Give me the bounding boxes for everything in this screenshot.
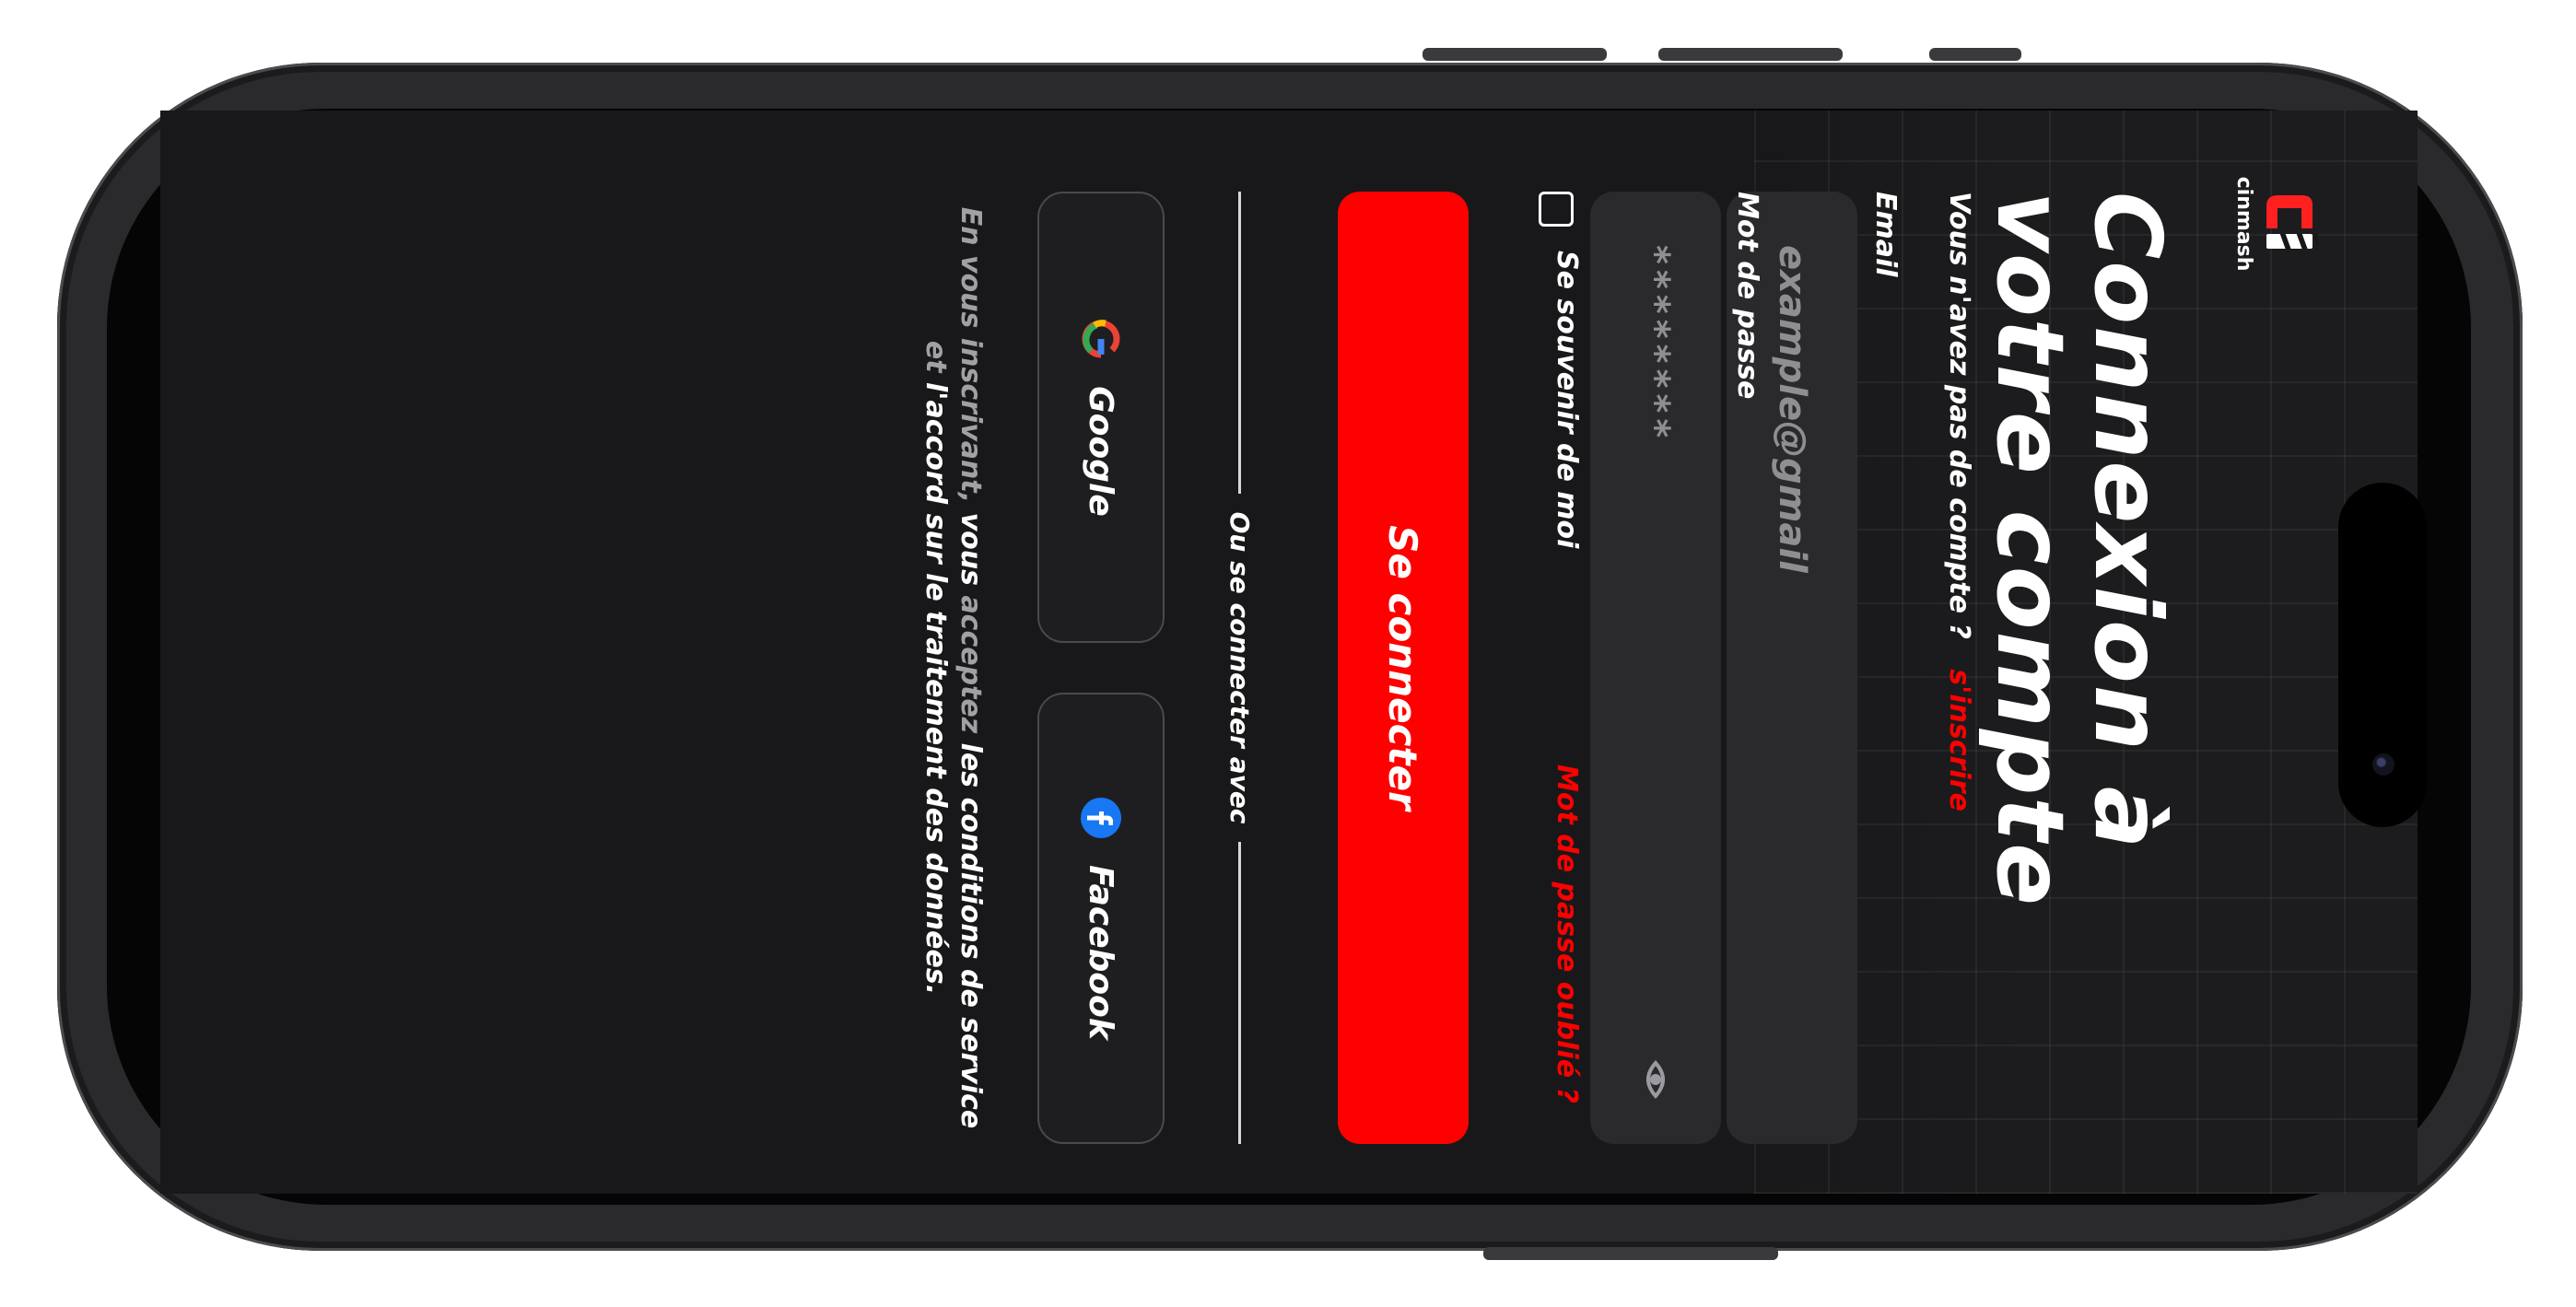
email-label: Email bbox=[1869, 192, 1902, 277]
login-button[interactable]: Se connecter bbox=[1338, 192, 1469, 1144]
page-title: Connexion à votre compte bbox=[1976, 192, 2182, 908]
terms-text-part: En vous bbox=[954, 206, 987, 329]
front-camera bbox=[2372, 753, 2395, 776]
logo-text: cinmash bbox=[2232, 176, 2255, 272]
signup-link[interactable]: s'inscrire bbox=[1943, 669, 1975, 811]
facebook-icon bbox=[1081, 798, 1121, 839]
hardware-button bbox=[1929, 48, 2021, 61]
divider-text: Ou se connecter avec bbox=[1224, 511, 1256, 824]
eye-icon[interactable] bbox=[1635, 1059, 1676, 1100]
email-placeholder: example@gmail bbox=[1771, 245, 1813, 573]
data-processing-link[interactable]: l'accord sur le traitement des données. bbox=[919, 382, 952, 995]
password-placeholder: ******** bbox=[1634, 245, 1677, 444]
facebook-login-button[interactable]: Facebook bbox=[1037, 693, 1165, 1144]
hardware-button bbox=[1423, 48, 1607, 61]
divider-line bbox=[1238, 192, 1242, 494]
google-icon bbox=[1082, 320, 1120, 358]
cinmash-logo-icon bbox=[2266, 195, 2318, 249]
terms-of-service-link[interactable]: les conditions de service bbox=[954, 743, 987, 1129]
terms-text: En vous inscrivant, vous acceptez les co… bbox=[918, 192, 988, 1144]
remember-me-label: Se souvenir de moi bbox=[1551, 251, 1583, 549]
remember-me-checkbox[interactable] bbox=[1539, 192, 1574, 227]
forgot-password-link[interactable]: Mot de passe oublié ? bbox=[1551, 764, 1583, 1103]
social-divider: Ou se connecter avec bbox=[1222, 192, 1259, 1144]
no-account-text: Vous n'avez pas de compte ? bbox=[1943, 192, 1975, 639]
terms-text-part: vous bbox=[954, 512, 987, 586]
google-label: Google bbox=[1082, 386, 1120, 517]
google-login-button[interactable]: Google bbox=[1037, 192, 1165, 643]
signup-prompt: Vous n'avez pas de compte ? s'inscrire bbox=[1943, 192, 1975, 811]
terms-text-part: inscrivant, bbox=[954, 337, 987, 504]
screen: cinmash Connexion à votre compte Vous n'… bbox=[160, 111, 2418, 1194]
password-label: Mot de passe bbox=[1731, 192, 1763, 400]
terms-text-part: acceptez bbox=[954, 595, 987, 734]
divider-line bbox=[1238, 842, 1242, 1144]
password-field[interactable]: ******** bbox=[1590, 192, 1721, 1144]
terms-text-part: et bbox=[919, 340, 952, 373]
facebook-label: Facebook bbox=[1082, 865, 1120, 1040]
hardware-button bbox=[1658, 48, 1843, 61]
login-page: cinmash Connexion à votre compte Vous n'… bbox=[160, 111, 2418, 1194]
